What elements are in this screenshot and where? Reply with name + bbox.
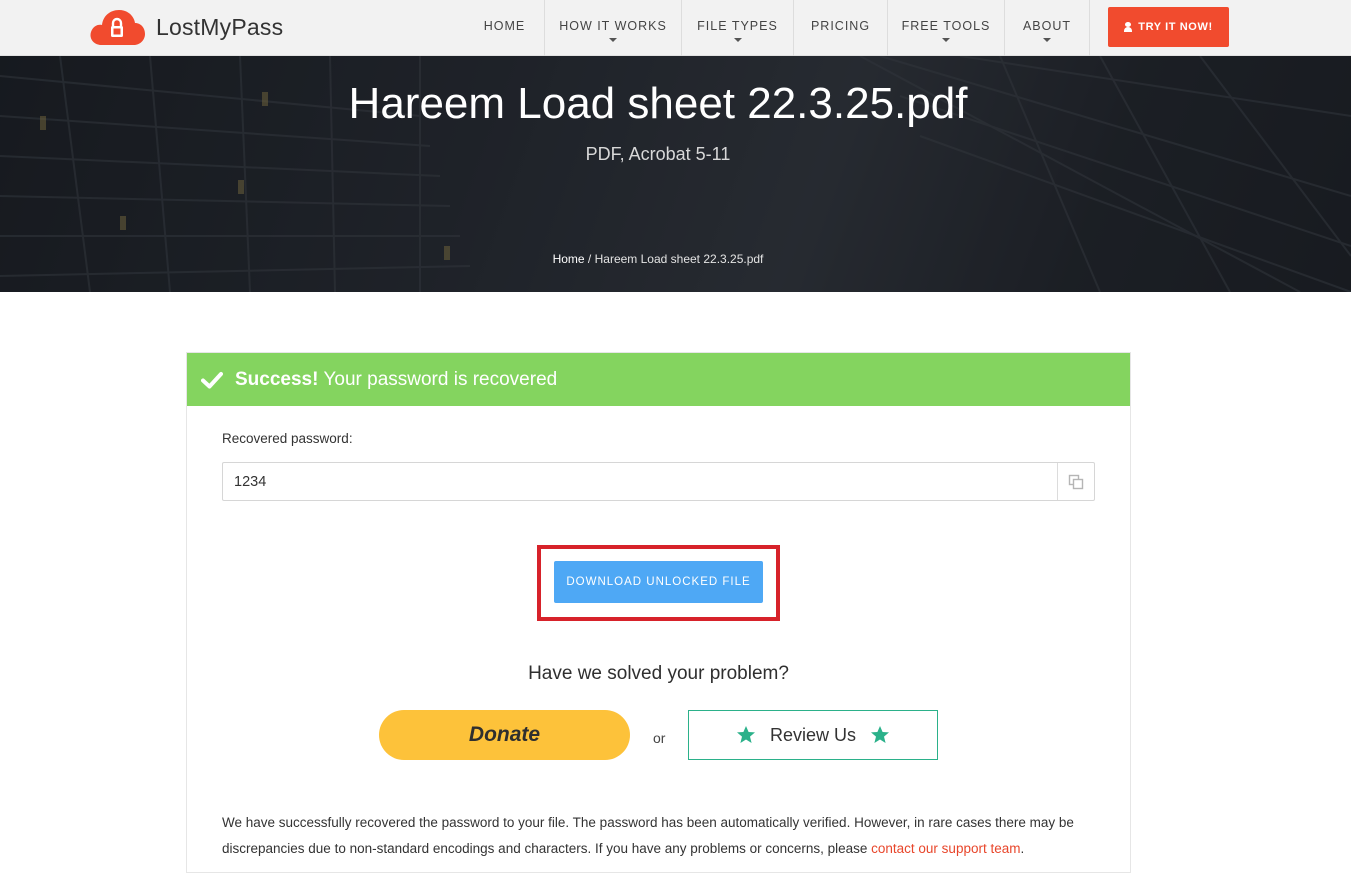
result-note-end: . bbox=[1020, 841, 1025, 856]
caret-down-icon bbox=[942, 38, 950, 42]
caret-down-icon bbox=[609, 38, 617, 42]
nav-how-it-works-label: HOW IT WORKS bbox=[559, 19, 667, 33]
nav-about[interactable]: ABOUT bbox=[1005, 0, 1090, 56]
feedback-question: Have we solved your problem? bbox=[528, 663, 789, 684]
donate-button[interactable]: Donate bbox=[379, 710, 630, 760]
success-strong: Success! bbox=[235, 368, 319, 390]
or-separator: or bbox=[653, 730, 666, 746]
recovered-password-field[interactable]: 1234 bbox=[222, 462, 1095, 501]
nav-free-tools-label: FREE TOOLS bbox=[901, 19, 991, 33]
copy-icon bbox=[1068, 474, 1084, 489]
recovered-password-value[interactable]: 1234 bbox=[223, 474, 1057, 490]
nav-how-it-works[interactable]: HOW IT WORKS bbox=[545, 0, 682, 56]
nav-free-tools[interactable]: FREE TOOLS bbox=[888, 0, 1005, 56]
caret-down-icon bbox=[1043, 38, 1051, 42]
breadcrumb-home-link[interactable]: Home bbox=[553, 252, 585, 266]
recovered-password-label: Recovered password: bbox=[222, 431, 353, 446]
nav-file-types[interactable]: FILE TYPES bbox=[682, 0, 794, 56]
star-icon bbox=[736, 726, 755, 743]
result-card: Success! Your password is recovered Reco… bbox=[186, 352, 1131, 873]
brand-name: LostMyPass bbox=[156, 13, 284, 40]
breadcrumb-separator: / bbox=[584, 252, 595, 266]
main-nav: HOME HOW IT WORKS FILE TYPES PRICING FRE… bbox=[465, 0, 1090, 56]
brand-logo[interactable]: LostMyPass bbox=[88, 7, 283, 47]
review-us-button[interactable]: Review Us bbox=[688, 710, 938, 760]
page-title: Hareem Load sheet 22.3.25.pdf bbox=[348, 79, 968, 128]
success-message: Your password is recovered bbox=[323, 368, 558, 390]
cloud-lock-icon bbox=[90, 10, 145, 45]
result-note: We have successfully recovered the passw… bbox=[222, 810, 1092, 862]
copy-password-button[interactable] bbox=[1057, 463, 1094, 500]
check-icon bbox=[201, 371, 223, 388]
top-navbar: LostMyPass HOME HOW IT WORKS FILE TYPES … bbox=[0, 0, 1351, 56]
nav-pricing[interactable]: PRICING bbox=[794, 0, 888, 56]
caret-down-icon bbox=[733, 38, 742, 42]
download-unlocked-file-button[interactable]: DOWNLOAD UNLOCKED FILE bbox=[554, 561, 763, 603]
nav-home[interactable]: HOME bbox=[465, 0, 545, 56]
nav-home-label: HOME bbox=[483, 19, 526, 33]
hero-banner: Hareem Load sheet 22.3.25.pdf PDF, Acrob… bbox=[0, 56, 1351, 292]
user-icon bbox=[1124, 22, 1133, 32]
file-type-subtitle: PDF, Acrobat 5-11 bbox=[585, 144, 731, 164]
breadcrumb: Home / Hareem Load sheet 22.3.25.pdf bbox=[0, 252, 1316, 266]
success-banner: Success! Your password is recovered bbox=[187, 353, 1130, 406]
breadcrumb-current: Hareem Load sheet 22.3.25.pdf bbox=[594, 252, 764, 266]
nav-file-types-label: FILE TYPES bbox=[697, 19, 778, 33]
try-it-now-label: TRY IT NOW! bbox=[1138, 21, 1213, 33]
try-it-now-button[interactable]: TRY IT NOW! bbox=[1108, 7, 1229, 47]
star-icon bbox=[871, 726, 890, 743]
nav-pricing-label: PRICING bbox=[810, 19, 871, 33]
review-us-label: Review Us bbox=[769, 724, 857, 745]
nav-about-label: ABOUT bbox=[1022, 19, 1072, 33]
contact-support-link[interactable]: contact our support team bbox=[871, 841, 1020, 856]
